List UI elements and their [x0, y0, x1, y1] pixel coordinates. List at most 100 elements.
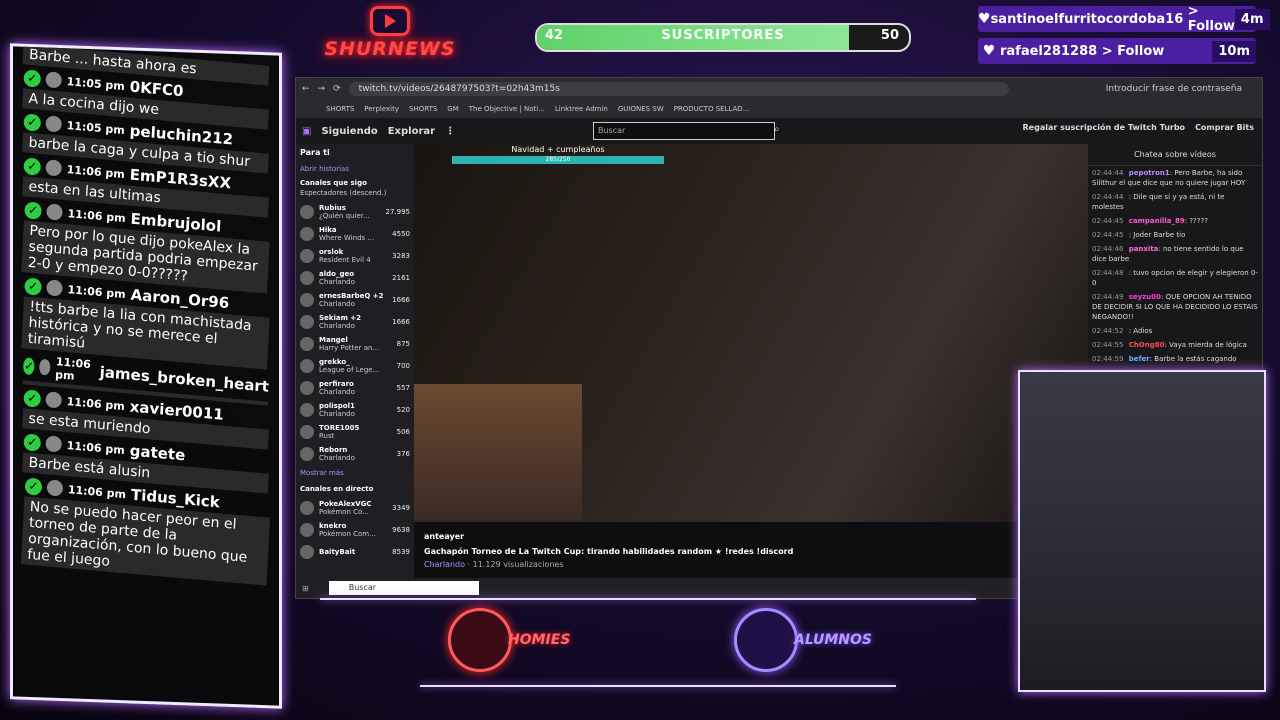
viewer-count: 1666 — [392, 318, 410, 326]
chat-line: 02:44:59 befer: Barbe la estás cagando — [1092, 355, 1237, 363]
channel-category: ¿Quién quier... — [319, 212, 370, 220]
chat-line: 02:44:55 ChOng80: Vaya mierda de lógica — [1092, 341, 1247, 349]
bookmark-item[interactable]: The Objective | Noti... — [469, 105, 545, 113]
avatar — [45, 115, 63, 133]
show-more-link[interactable]: Mostrar más — [296, 465, 414, 481]
channel-category: Charlando — [319, 300, 355, 308]
channel-category: Charlando — [319, 322, 355, 330]
taskbar-search[interactable]: Buscar — [328, 581, 479, 595]
chat-time: 11:06 pm — [67, 482, 127, 501]
windows-start-icon[interactable]: ⊞ — [302, 584, 309, 593]
avatar — [300, 381, 314, 395]
bookmark-item[interactable]: GM — [447, 105, 458, 113]
buy-bits-button[interactable]: Comprar Bits — [1195, 123, 1254, 132]
channel-item[interactable]: orslok Resident Evil 4 3283 — [296, 245, 414, 267]
back-icon[interactable]: ← — [302, 84, 310, 94]
chat-user[interactable]: pepotron1 — [1129, 169, 1170, 177]
viewer-count: 875 — [396, 340, 410, 348]
follow-user: santinoelfurritocordoba16 — [990, 11, 1184, 27]
video-category[interactable]: Charlando — [424, 560, 465, 569]
nav-following[interactable]: Siguiendo — [321, 126, 377, 137]
chat-time: 11:06 pm — [66, 394, 126, 413]
more-icon[interactable]: ⋮ — [445, 126, 455, 137]
chat-line: 02:44:48 : tuvo opcion de elegir y elegi… — [1092, 269, 1258, 287]
bookmark-item[interactable]: Perplexity — [364, 105, 399, 113]
bookmark-item[interactable]: Linktree Admin — [555, 105, 608, 113]
channel-item[interactable]: aldo_geo Charlando 2161 — [296, 267, 414, 289]
checkmark-icon: ✓ — [22, 356, 36, 375]
search-input[interactable]: Buscar — [593, 122, 775, 140]
bookmark-item[interactable]: GUIONES SW — [618, 105, 664, 113]
channel-item[interactable]: grekko_ League of Lege... 700 — [296, 355, 414, 377]
channel-name[interactable]: anteayer — [424, 532, 1078, 541]
channel-name: perfiraro — [319, 380, 354, 388]
avatar — [46, 203, 63, 221]
channel-name: orslok — [319, 248, 344, 256]
password-hint[interactable]: Introducir frase de contraseña — [1106, 84, 1242, 94]
divider — [320, 598, 976, 600]
chat-header: Chatea sobre vídeos — [1088, 144, 1262, 166]
bookmark-item[interactable]: SHORTS — [326, 105, 354, 113]
url-bar[interactable]: twitch.tv/videos/2648797503?t=02h43m15s — [348, 82, 1009, 96]
channel-item[interactable]: perfiraro Charlando 557 — [296, 377, 414, 399]
chat-user[interactable]: campanilla_89 — [1129, 217, 1185, 225]
avatar — [300, 523, 314, 537]
avatar — [300, 425, 314, 439]
channel-name: Hika — [319, 226, 337, 234]
nav-explore[interactable]: Explorar — [388, 126, 435, 137]
channel-item[interactable]: Rubius ¿Quién quier... 27.995 — [296, 201, 414, 223]
bookmark-item[interactable]: SHORTS — [409, 105, 437, 113]
bookmark-item[interactable]: PRODUCTO SELLAD... — [674, 105, 750, 113]
chat-line: 02:44:44 pepotron1: Pero Barbe, ha sido … — [1092, 169, 1246, 187]
channel-name: ernesBarbeQ +2 — [319, 292, 384, 300]
chat-line: 02:44:45 : Joder Barbe tio — [1092, 231, 1186, 239]
channel-item[interactable]: knekro Pokémon Com... 9638 — [296, 519, 414, 541]
viewer-count: 506 — [396, 428, 410, 436]
video-views: 11.129 visualizaciones — [472, 560, 564, 569]
channel-name: grekko_ — [319, 358, 350, 366]
avatar — [300, 315, 314, 329]
channel-item[interactable]: Hika Where Winds ... 4550 — [296, 223, 414, 245]
goal-bar: 285/250 — [452, 156, 664, 164]
channel-item[interactable]: ernesBarbeQ +2 Charlando 1666 — [296, 289, 414, 311]
follow-action: > Follow — [1187, 4, 1235, 34]
subscriber-goal-bar: 42 SUSCRIPTORES 50 — [535, 23, 911, 52]
viewer-count: 1666 — [392, 296, 410, 304]
avatar — [300, 545, 314, 559]
chat-user[interactable]: ChOng80 — [1129, 341, 1165, 349]
reload-icon[interactable]: ⟳ — [333, 84, 341, 94]
channel-item[interactable]: Sekiam +2 Charlando 1666 — [296, 311, 414, 333]
channel-item[interactable]: PokeAlexVGC Pokémon Co... 3349 — [296, 497, 414, 519]
goal-title: Navidad + cumpleaños — [511, 145, 605, 154]
chat-user: 0KFC0 — [129, 77, 184, 101]
streamer-webcam-inset — [414, 384, 582, 522]
channel-item[interactable]: Mangel Harry Potter an... 875 — [296, 333, 414, 355]
channel-item[interactable]: polispol1 Charlando 520 — [296, 399, 414, 421]
avatar — [300, 293, 314, 307]
viewer-count: 4550 — [392, 230, 410, 238]
sort-label[interactable]: Espectadores (descend.) — [296, 189, 414, 201]
avatar — [300, 227, 314, 241]
channel-name: Rubius — [319, 204, 346, 212]
channel-item[interactable]: Reborn Charlando 376 — [296, 443, 414, 465]
chat-user[interactable]: panxita — [1129, 245, 1159, 253]
avatar — [300, 337, 314, 351]
twitch-topbar: ▣ Siguiendo Explorar ⋮ Buscar ⌕ Regalar … — [296, 118, 1262, 144]
video-player[interactable]: Navidad + cumpleaños 285/250 — [414, 144, 1088, 522]
chat-user[interactable]: befer — [1129, 355, 1150, 363]
sidebar-for-you: Para ti — [300, 148, 330, 157]
chat-user[interactable]: seyzu00 — [1129, 293, 1161, 301]
forward-icon[interactable]: → — [318, 84, 326, 94]
avatar — [300, 403, 314, 417]
twitch-logo-icon[interactable]: ▣ — [302, 126, 311, 137]
gift-turbo-button[interactable]: Regalar suscripción de Twitch Turbo — [1023, 123, 1186, 132]
channel-category: Harry Potter an... — [319, 344, 380, 352]
follow-time: 4m — [1234, 8, 1270, 30]
channel-item[interactable]: TORE1005 Rust 506 — [296, 421, 414, 443]
channel-item[interactable]: BaityBait 8539 — [296, 541, 414, 563]
search-icon[interactable]: ⌕ — [774, 124, 780, 135]
open-stories-link[interactable]: Abrir historias — [296, 161, 414, 177]
chat-time: 02:44:45 — [1092, 217, 1124, 225]
chat-line: 02:44:52 : Adios — [1092, 327, 1153, 335]
chat-line: 02:44:45 campanilla_89: ????? — [1092, 217, 1208, 225]
